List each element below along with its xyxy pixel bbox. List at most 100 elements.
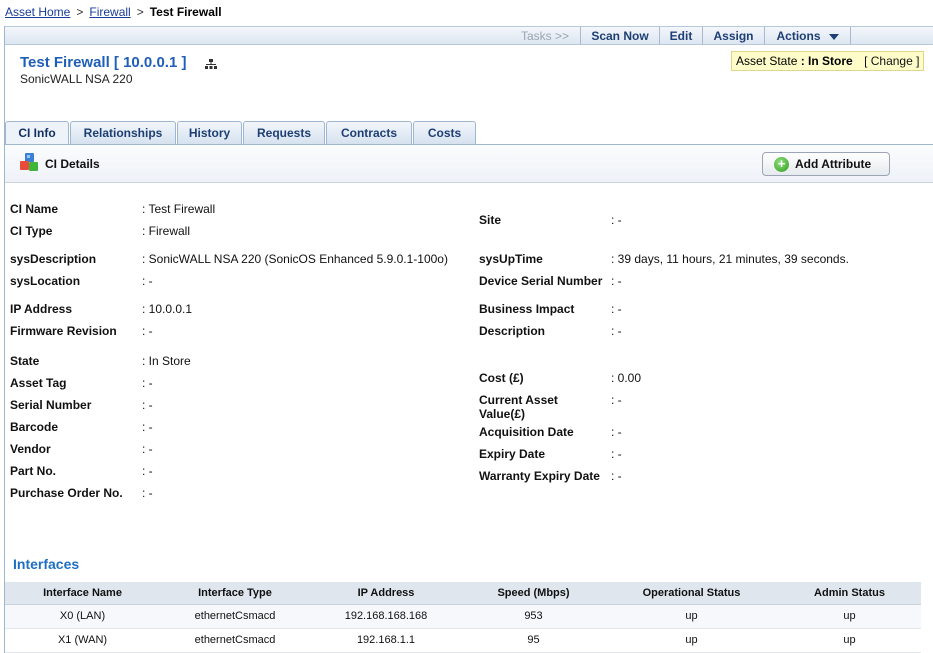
assign-button[interactable]: Assign <box>702 27 764 45</box>
asset-state-label: Asset State <box>736 54 798 68</box>
field-value-cost: : 0.00 <box>611 371 642 385</box>
column-header-operational-status[interactable]: Operational Status <box>605 582 778 605</box>
field-value-part-no: : - <box>142 464 153 478</box>
field-label-expiry-date: Expiry Date <box>479 447 546 461</box>
field-label-state: State <box>10 354 40 368</box>
cell-operational-status: up <box>605 628 778 653</box>
breadcrumb-firewall-link[interactable]: Firewall <box>89 5 130 19</box>
toolbar: Tasks >> Scan Now Edit Assign Actions <box>5 26 933 45</box>
field-label-warranty-expiry-date: Warranty Expiry Date <box>479 469 600 483</box>
column-header-ip-address[interactable]: IP Address <box>310 582 462 605</box>
change-state-link[interactable]: [ Change ] <box>864 54 919 68</box>
cell-admin-status: up <box>778 604 921 629</box>
field-value-asset-tag: : - <box>142 376 153 390</box>
field-label-business-impact: Business Impact <box>479 302 575 316</box>
field-label-current-asset-value: Current Asset Value(£) <box>479 393 558 421</box>
field-value-purchase-order-no: : - <box>142 486 153 500</box>
cell-ip-address: 192.168.1.1 <box>310 628 462 653</box>
column-header-interface-type[interactable]: Interface Type <box>160 582 310 605</box>
field-label-ci-name: CI Name <box>10 202 59 216</box>
field-value-firmware-revision: : - <box>142 324 153 338</box>
cell-interface-type: ethernetCsmacd <box>160 604 310 629</box>
field-value-ci-type: : Firewall <box>142 224 191 238</box>
field-label-serial-number: Serial Number <box>10 398 92 412</box>
hierarchy-icon[interactable] <box>205 59 217 69</box>
cell-admin-status: up <box>778 628 921 653</box>
field-value-business-impact: : - <box>611 302 622 316</box>
table-row[interactable]: X1 (WAN) ethernetCsmacd 192.168.1.1 95 u… <box>5 628 921 653</box>
field-label-acquisition-date: Acquisition Date <box>479 425 574 439</box>
cell-operational-status: up <box>605 604 778 629</box>
field-label-ci-type: CI Type <box>10 224 53 238</box>
asset-state-value: : In Store <box>800 54 853 68</box>
interfaces-table: Interface Name Interface Type IP Address… <box>5 582 921 653</box>
field-value-sysuptime: : 39 days, 11 hours, 21 minutes, 39 seco… <box>611 252 849 266</box>
cell-ip-address: 192.168.168.168 <box>310 604 462 629</box>
table-row[interactable]: X0 (LAN) ethernetCsmacd 192.168.168.168 … <box>5 604 921 629</box>
field-value-sysdescription: : SonicWALL NSA 220 (SonicOS Enhanced 5.… <box>142 252 448 266</box>
field-value-ip-address: : 10.0.0.1 <box>142 302 193 316</box>
ci-title: Test Firewall [ 10.0.0.1 ] <box>20 54 187 71</box>
field-value-current-asset-value: : - <box>611 393 622 407</box>
field-value-serial-number: : - <box>142 398 153 412</box>
scan-now-button[interactable]: Scan Now <box>580 27 659 45</box>
column-header-speed[interactable]: Speed (Mbps) <box>462 582 605 605</box>
edit-button[interactable]: Edit <box>659 27 702 45</box>
field-label-cost: Cost (£) <box>479 371 524 385</box>
plus-icon: + <box>774 157 789 172</box>
tab-relationships[interactable]: Relationships <box>70 121 176 144</box>
field-label-asset-tag: Asset Tag <box>10 376 67 390</box>
field-label-site: Site <box>479 213 502 227</box>
field-value-vendor: : - <box>142 442 153 456</box>
cubes-icon <box>20 153 38 171</box>
tab-contracts[interactable]: Contracts <box>326 121 412 144</box>
field-value-ci-name: : Test Firewall <box>142 202 216 216</box>
field-label-device-serial-number: Device Serial Number <box>479 274 603 288</box>
column-header-admin-status[interactable]: Admin Status <box>778 582 921 605</box>
cell-speed: 95 <box>462 628 605 653</box>
field-label-purchase-order-no: Purchase Order No. <box>10 486 123 500</box>
field-value-barcode: : - <box>142 420 153 434</box>
tasks-button: Tasks >> <box>520 29 570 43</box>
add-attribute-button[interactable]: + Add Attribute <box>762 152 890 176</box>
field-value-state: : In Store <box>142 354 191 368</box>
cell-speed: 953 <box>462 604 605 629</box>
chevron-down-icon <box>828 33 839 40</box>
field-value-acquisition-date: : - <box>611 425 622 439</box>
breadcrumb-current: Test Firewall <box>149 5 222 19</box>
tab-history[interactable]: History <box>177 121 242 144</box>
breadcrumb-asset-home-link[interactable]: Asset Home <box>5 5 70 19</box>
field-value-device-serial-number: : - <box>611 274 622 288</box>
field-value-description: : - <box>611 324 622 338</box>
breadcrumb: Asset Home > Firewall > Test Firewall <box>5 5 222 19</box>
field-label-vendor: Vendor <box>10 442 51 456</box>
interfaces-title: Interfaces <box>13 556 80 572</box>
field-value-syslocation: : - <box>142 274 153 288</box>
tab-requests[interactable]: Requests <box>243 121 325 144</box>
field-label-sysdescription: sysDescription <box>10 252 97 266</box>
ci-details-bar: CI Details + Add Attribute <box>5 145 933 183</box>
table-header-row: Interface Name Interface Type IP Address… <box>5 582 921 605</box>
tab-costs[interactable]: Costs <box>413 121 476 144</box>
field-label-barcode: Barcode <box>10 420 59 434</box>
ci-frame: Tasks >> Scan Now Edit Assign Actions Te… <box>4 26 933 653</box>
field-label-ip-address: IP Address <box>10 302 73 316</box>
column-header-interface-name[interactable]: Interface Name <box>5 582 160 605</box>
tab-ci-info[interactable]: CI Info <box>5 121 69 145</box>
cell-interface-name: X1 (WAN) <box>5 628 160 653</box>
actions-label: Actions <box>776 29 821 43</box>
field-label-syslocation: sysLocation <box>10 274 81 288</box>
field-value-expiry-date: : - <box>611 447 622 461</box>
field-label-firmware-revision: Firmware Revision <box>10 324 117 338</box>
field-value-site: : - <box>611 213 622 227</box>
cell-interface-name: X0 (LAN) <box>5 604 160 629</box>
actions-menu-button[interactable]: Actions <box>764 27 851 45</box>
ci-details-title: CI Details <box>45 157 100 171</box>
field-value-warranty-expiry-date: : - <box>611 469 622 483</box>
ci-model: SonicWALL NSA 220 <box>20 72 133 86</box>
asset-state-box: Asset State : In Store [ Change ] <box>731 51 924 71</box>
breadcrumb-separator: > <box>76 5 84 19</box>
field-label-description: Description <box>479 324 546 338</box>
add-attribute-label: Add Attribute <box>795 157 872 171</box>
field-label-part-no: Part No. <box>10 464 57 478</box>
